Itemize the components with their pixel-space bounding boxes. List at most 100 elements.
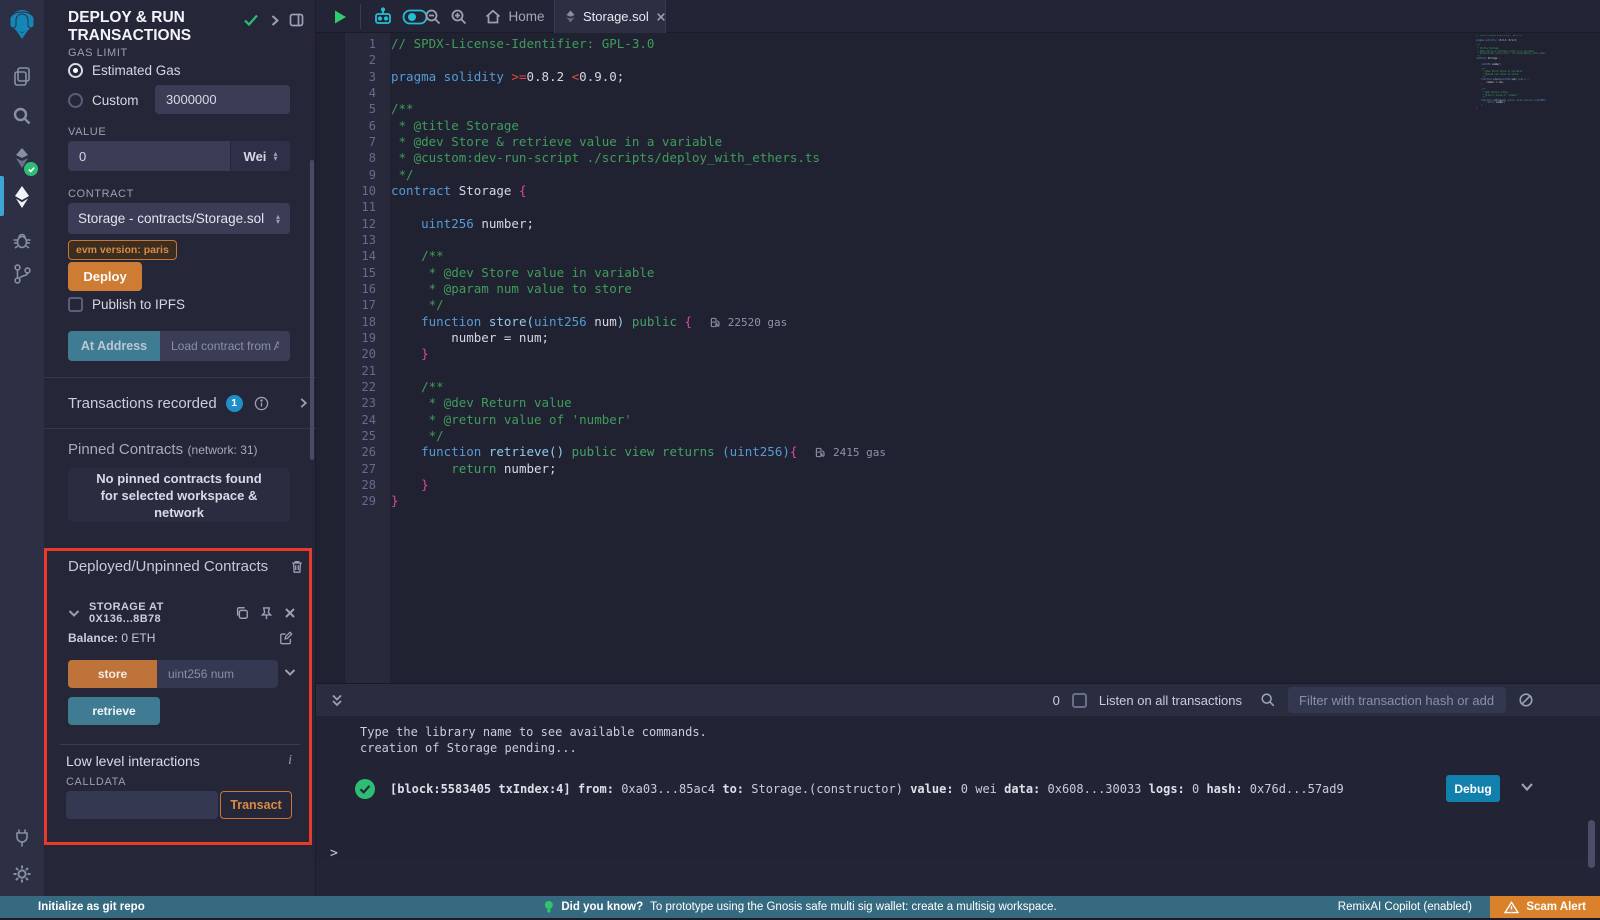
contract-select[interactable]: Storage - contracts/Storage.sol ▴▾ [68, 203, 290, 234]
git-icon[interactable] [0, 256, 44, 292]
solidity-file-icon [565, 10, 576, 23]
chevron-right-icon[interactable] [299, 397, 308, 409]
retrieve-button[interactable]: retrieve [68, 697, 160, 725]
file-explorer-icon[interactable] [0, 58, 44, 94]
collapse-terminal-icon[interactable] [330, 693, 344, 708]
expand-tx-chevron-icon[interactable] [1520, 782, 1534, 792]
radio-selected-icon[interactable] [68, 63, 83, 78]
terminal-prompt[interactable]: > [330, 846, 338, 861]
editor-toolbar: Home Storage.sol [316, 0, 1600, 33]
info-i-icon[interactable]: i [288, 753, 292, 769]
zoom-in-icon[interactable] [446, 0, 472, 33]
trash-icon[interactable] [290, 559, 304, 574]
store-button[interactable]: store [68, 660, 157, 688]
transact-button[interactable]: Transact [220, 791, 292, 819]
scam-alert-button[interactable]: Scam Alert [1490, 896, 1600, 918]
clear-console-icon[interactable] [1518, 692, 1534, 708]
listen-all-checkbox[interactable] [1072, 693, 1087, 708]
publish-ipfs-row[interactable]: Publish to IPFS [68, 297, 185, 312]
expand-args-chevron-icon[interactable] [284, 668, 296, 677]
code-editor[interactable]: 1// SPDX-License-Identifier: GPL-3.023pr… [316, 33, 1600, 716]
custom-gas-input[interactable] [155, 85, 290, 114]
value-unit-select[interactable]: Wei ▴▾ [230, 141, 290, 171]
editor-minimap[interactable]: // SPDX-License-Identifier: GPL-3.0pragm… [1476, 35, 1546, 130]
listen-all-label: Listen on all transactions [1099, 693, 1242, 708]
at-address-input[interactable] [160, 331, 290, 361]
line-number: 26 [316, 444, 376, 460]
calldata-input[interactable] [66, 791, 218, 819]
code-line: 1// SPDX-License-Identifier: GPL-3.0 [316, 36, 1600, 52]
evm-version-badge: evm version: paris [68, 240, 177, 260]
code-line: 2 [316, 52, 1600, 68]
transactions-recorded-row[interactable]: Transactions recorded 1 [68, 391, 308, 415]
zoom-out-icon[interactable] [420, 0, 446, 33]
debugger-icon[interactable] [0, 222, 44, 258]
debug-button[interactable]: Debug [1446, 775, 1500, 802]
value-unit-label: Wei [244, 149, 267, 164]
did-you-know-tip: Did you know? To prototype using the Gno… [543, 900, 1056, 914]
line-number: 14 [316, 248, 376, 264]
code-line: 15 * @dev Store value in variable [316, 265, 1600, 281]
deploy-button[interactable]: Deploy [68, 262, 142, 291]
line-number: 27 [316, 461, 376, 477]
deploy-run-icon[interactable] [0, 178, 44, 216]
code-line: 25 */ [316, 428, 1600, 444]
filter-tx-input[interactable] [1288, 687, 1506, 713]
line-number: 19 [316, 330, 376, 346]
value-input[interactable] [68, 141, 230, 171]
radio-unselected-icon[interactable] [68, 93, 83, 108]
run-script-icon[interactable] [324, 0, 356, 33]
tab-storage-sol[interactable]: Storage.sol [554, 0, 666, 33]
chevron-right-icon[interactable] [270, 14, 280, 27]
transactions-count-badge: 1 [226, 395, 243, 412]
git-init-label[interactable]: Initialize as git repo [38, 901, 145, 913]
terminal-output[interactable]: Type the library name to see available c… [316, 716, 1600, 861]
remix-logo-icon[interactable] [0, 6, 44, 44]
search-icon [1260, 692, 1276, 708]
calldata-label: CALLDATA [66, 776, 126, 788]
copy-icon[interactable] [235, 606, 249, 620]
transaction-log-row[interactable]: [block:5583405 txIndex:4] from: 0xa03...… [316, 774, 1600, 806]
line-number: 9 [316, 167, 376, 183]
line-number: 15 [316, 265, 376, 281]
main-area: Home Storage.sol 1// SPDX-License-Identi… [316, 0, 1600, 896]
close-tab-icon[interactable] [656, 12, 666, 22]
edit-icon[interactable] [279, 631, 293, 645]
contract-label: CONTRACT [68, 188, 134, 200]
chevron-down-icon[interactable] [68, 609, 80, 618]
close-icon[interactable] [284, 607, 296, 619]
line-number: 8 [316, 150, 376, 166]
no-pinned-message: No pinned contracts found for selected w… [68, 468, 290, 522]
pin-panel-icon[interactable] [289, 13, 304, 27]
solidity-compiler-icon[interactable] [0, 138, 44, 178]
line-number: 3 [316, 69, 376, 85]
ai-copilot-robot-icon[interactable] [368, 0, 398, 33]
tab-home[interactable]: Home [476, 0, 554, 33]
contract-instance-header[interactable]: STORAGE AT 0X136...8B78 [68, 601, 296, 625]
code-line: 29} [316, 493, 1600, 509]
line-number: 13 [316, 232, 376, 248]
estimated-gas-label: Estimated Gas [92, 63, 181, 78]
custom-gas-radio[interactable]: Custom [68, 93, 139, 108]
copilot-status-label[interactable]: RemixAI Copilot (enabled) [1338, 901, 1472, 913]
settings-gear-icon[interactable] [0, 856, 44, 892]
checkbox-icon[interactable] [68, 297, 83, 312]
estimated-gas-radio[interactable]: Estimated Gas [68, 63, 181, 78]
code-line: 24 * @return value of 'number' [316, 412, 1600, 428]
value-label: VALUE [68, 126, 106, 138]
tx-success-check-icon [354, 778, 376, 800]
code-line: 22 /** [316, 379, 1600, 395]
store-args-input[interactable] [157, 660, 278, 688]
panel-scrollbar[interactable] [310, 160, 314, 460]
terminal-scrollbar[interactable] [1588, 820, 1595, 868]
gas-estimate-badge: 2415 gas [815, 446, 886, 459]
line-number: 29 [316, 493, 376, 509]
at-address-button[interactable]: At Address [68, 331, 160, 361]
line-number: 18 [316, 314, 376, 330]
code-line: 9 */ [316, 167, 1600, 183]
plugin-manager-icon[interactable] [0, 820, 44, 856]
pin-icon[interactable] [260, 606, 273, 621]
search-icon[interactable] [0, 98, 44, 134]
transaction-summary-text: [block:5583405 txIndex:4] from: 0xa03...… [390, 782, 1430, 796]
terminal-welcome-line: Type the library name to see available c… [316, 716, 1600, 740]
